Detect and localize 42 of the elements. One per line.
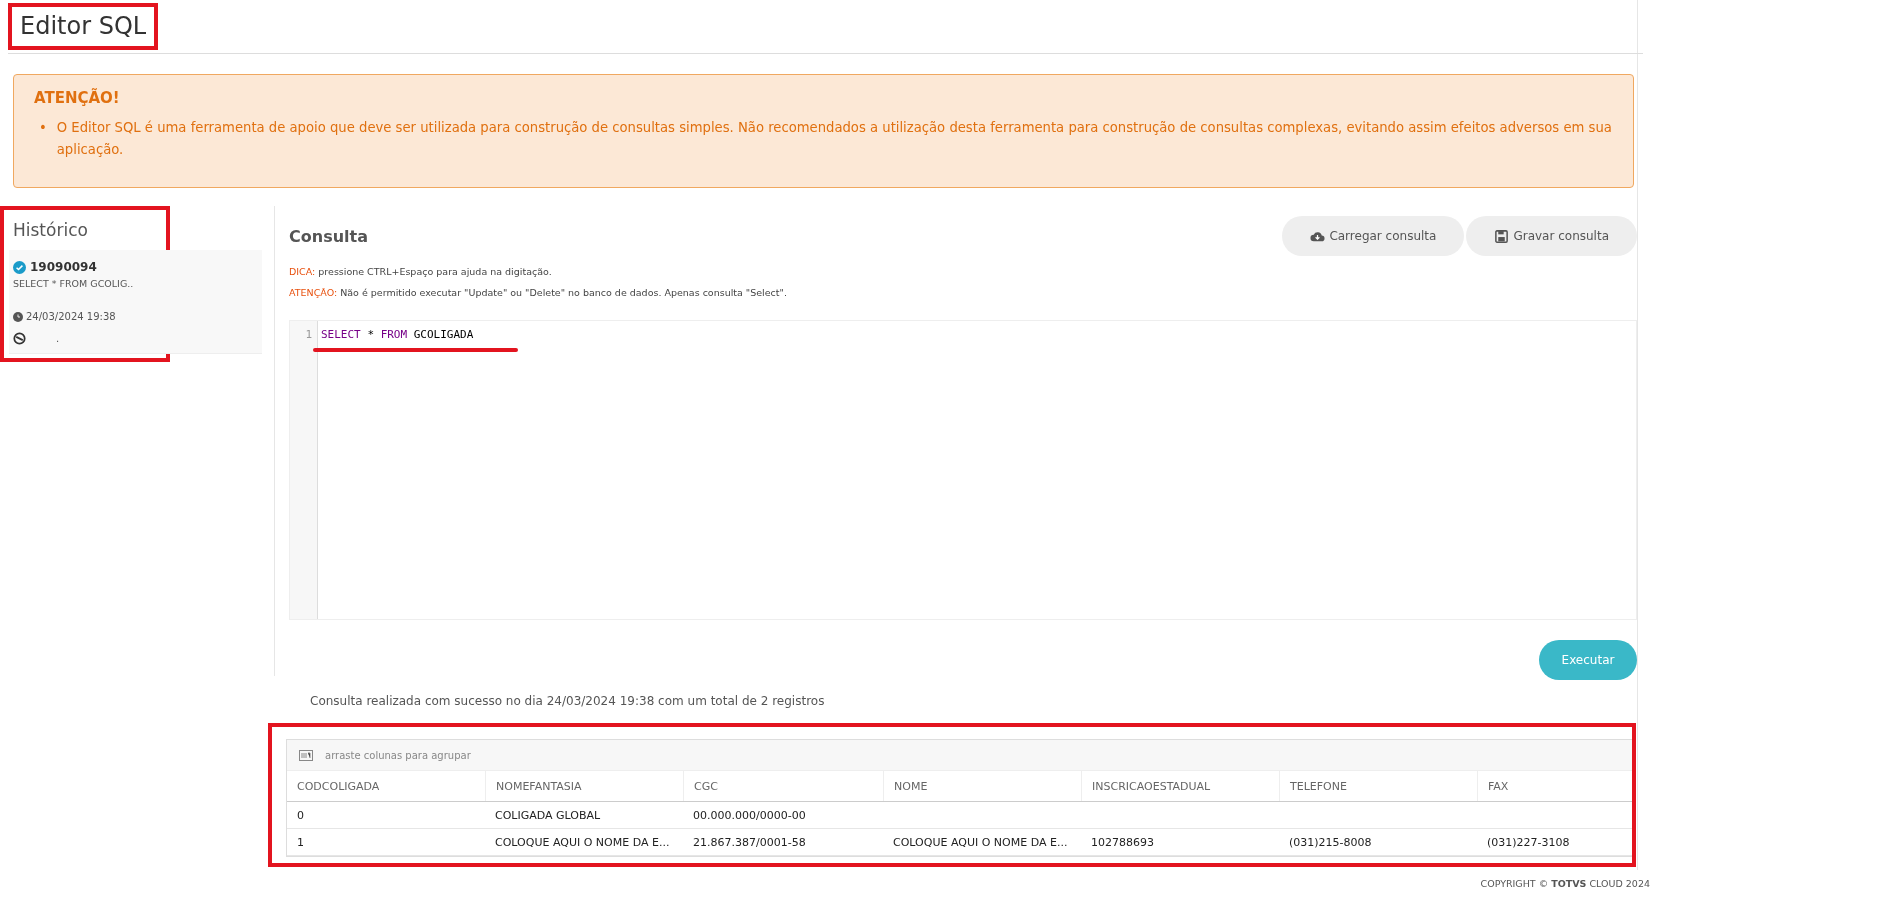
history-id: 19090094 (30, 260, 97, 274)
table-cell: 21.867.387/0001-58 (693, 835, 806, 849)
history-date: 24/03/2024 19:38 (26, 311, 116, 322)
column-header[interactable]: NOMEFANTASIA (485, 771, 683, 801)
table-cell: COLOQUE AQUI O NOME DA E... (893, 835, 1068, 849)
column-header[interactable]: INSCRICAOESTADUAL (1081, 771, 1279, 801)
column-header[interactable]: FAX (1477, 771, 1631, 801)
save-query-button[interactable]: Gravar consulta (1466, 216, 1637, 256)
history-entry[interactable]: 19090094 SELECT * FROM GCOLIG.. 24/03/2024 19:38 . (9, 250, 262, 354)
history-title: Histórico (13, 220, 89, 240)
table-cell: (031)215-8008 (1289, 835, 1372, 849)
column-header[interactable]: NOME (883, 771, 1081, 801)
hint-text: ATENÇÃO: Não é permitido executar "Update" ou "Delete" no banco de dados. Apenas consulta "Select". (289, 287, 788, 298)
column-header[interactable]: CODCOLIGADA (287, 771, 485, 801)
table-cell: COLIGADA GLOBAL (495, 808, 601, 822)
table-cell: 0 (297, 808, 304, 822)
table-cell: 1 (297, 835, 304, 849)
history-note: . (56, 333, 60, 344)
table-cell: (031)227-3108 (1487, 835, 1570, 849)
code-editor[interactable]: 1 SELECT * FROM GCOLIGADA (289, 320, 1637, 620)
bullet-mark: • (39, 119, 47, 137)
copyright-text: COPYRIGHT © TOTVS CLOUD 2024 (1480, 878, 1650, 889)
code-line: SELECT * FROM GCOLIGADA (321, 328, 474, 342)
result-message: Consulta realizada com sucesso no dia 24/03/2024 19:38 com um total de 2 registros (310, 694, 826, 708)
alert-message: O Editor SQL é uma ferramenta de apoio que deve ser utilizada para construção de consultas simples. Não recomendados a utilização desta ferramenta para construção de consultas complexas, evitando assim efeitos adversos em sua aplicação. (56, 119, 1613, 159)
alert-heading: ATENÇÃO! (34, 89, 121, 107)
page-title: Editor SQL (8, 3, 159, 50)
group-panel-icon (299, 749, 313, 761)
column-header[interactable]: CGC (683, 771, 883, 801)
table-cell: 00.000.000/0000-00 (693, 808, 806, 822)
line-number: 1 (304, 328, 312, 342)
block-icon (13, 332, 26, 345)
history-query: SELECT * FROM GCOLIG.. (13, 278, 135, 289)
cloud-download-icon (1310, 229, 1326, 243)
column-header[interactable]: TELEFONE (1279, 771, 1477, 801)
table-cell: 102788693 (1091, 835, 1154, 849)
hint-text: DICA: pressione CTRL+Espaço para ajuda na digitação. (289, 266, 553, 277)
group-hint: arraste colunas para agrupar (325, 749, 471, 761)
query-title: Consulta (289, 226, 368, 246)
clock-icon (13, 311, 23, 322)
load-query-button[interactable]: Carregar consulta (1282, 216, 1465, 256)
table-cell: COLOQUE AQUI O NOME DA E... (495, 835, 670, 849)
